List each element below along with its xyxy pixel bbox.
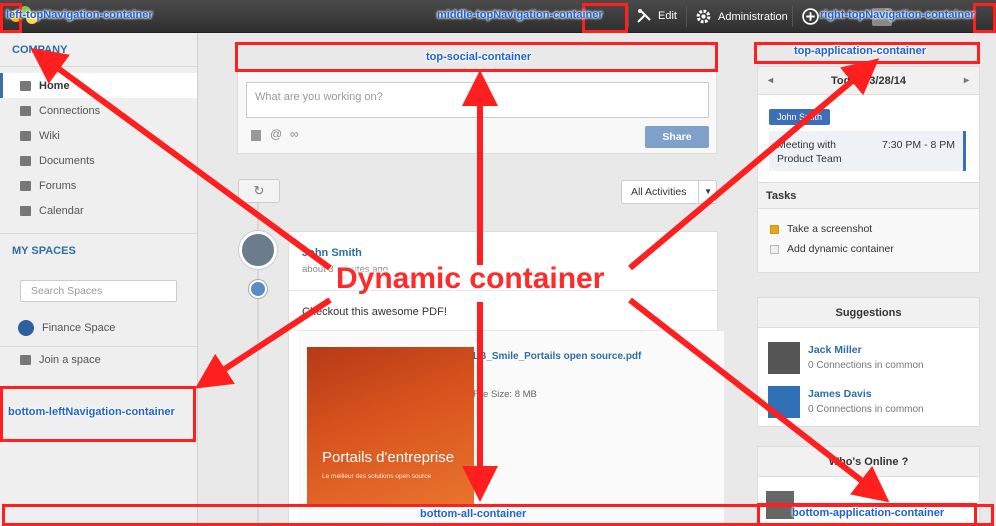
- calendar-icon: [20, 205, 31, 216]
- nav-item-label: Forums: [39, 179, 77, 192]
- status-input[interactable]: What are you working on?: [246, 82, 709, 118]
- label-bottom-left-nav: bottom-leftNavigation-container: [8, 406, 175, 418]
- task-label: Add dynamic container: [787, 243, 894, 255]
- left-navigation: COMPANY Home Connections Wiki Documents …: [0, 33, 198, 526]
- label-top-social: top-social-container: [426, 51, 532, 63]
- refresh-icon: ↻: [253, 183, 265, 198]
- chevron-right-icon[interactable]: ▸: [964, 67, 969, 95]
- tasks-widget: Tasks Take a screenshot Add dynamic cont…: [757, 183, 980, 273]
- file-icon[interactable]: [251, 130, 261, 141]
- home-icon: [20, 80, 31, 91]
- administration-button[interactable]: Administration: [695, 8, 788, 25]
- author-avatar[interactable]: [239, 231, 277, 269]
- topbar-divider: [792, 6, 793, 27]
- avatar: [768, 386, 800, 418]
- suggestion-item[interactable]: James Davis 0 Connections in common: [768, 386, 968, 422]
- search-spaces-input[interactable]: Search Spaces: [20, 280, 177, 302]
- refresh-button[interactable]: ↻: [238, 179, 280, 203]
- tasks-heading: Tasks: [758, 183, 979, 209]
- label-dynamic-container: Dynamic container: [336, 262, 605, 295]
- post-author[interactable]: John Smith: [302, 247, 362, 259]
- calendar-header: ◂ Today: 3/28/14 ▸: [758, 67, 979, 95]
- tools-icon: [637, 9, 651, 23]
- label-middle-top-nav: middle-topNavigation-container: [437, 9, 603, 21]
- calendar-date: Today: 3/28/14: [831, 75, 906, 87]
- pdf-thumb-title: Portails d'entreprise: [322, 449, 455, 466]
- chevron-left-icon[interactable]: ◂: [768, 67, 773, 95]
- calendar-user-tag[interactable]: John Smith: [769, 109, 831, 125]
- nav-item-home[interactable]: Home: [0, 73, 197, 98]
- gear-icon: [696, 9, 711, 24]
- task-label: Take a screenshot: [787, 223, 873, 235]
- nav-item-label: Documents: [39, 154, 95, 167]
- suggestion-meta: 0 Connections in common: [808, 404, 924, 415]
- mention-icon[interactable]: @: [270, 127, 282, 141]
- file-size: File Size: 8 MB: [473, 389, 537, 400]
- calendar-event[interactable]: Meeting with Product Team 7:30 PM - 8 PM: [769, 131, 966, 171]
- suggestion-name[interactable]: James Davis: [808, 388, 872, 400]
- join-icon: [20, 354, 31, 365]
- activity-filter-label: All Activities: [631, 186, 687, 198]
- label-right-top-nav: right-topNavigation-container: [820, 9, 975, 21]
- nav-item-label: Connections: [39, 104, 101, 117]
- calendar-widget: ◂ Today: 3/28/14 ▸ John Smith Meeting wi…: [757, 66, 980, 183]
- task-item[interactable]: Add dynamic container: [758, 239, 979, 259]
- suggestion-item[interactable]: Jack Miller 0 Connections in common: [768, 342, 968, 378]
- administration-label: Administration: [718, 10, 788, 23]
- pdf-thumb-subtitle: Le meilleur des solutions open source: [322, 473, 432, 480]
- company-heading: COMPANY: [0, 33, 197, 67]
- chevron-down-icon: ▼: [698, 181, 712, 203]
- warning-icon: [770, 224, 779, 234]
- file-name-link[interactable]: LB_Smile_Portails open source.pdf: [473, 351, 641, 362]
- label-top-application: top-application-container: [794, 45, 926, 57]
- task-item[interactable]: Take a screenshot: [758, 219, 979, 239]
- edit-label: Edit: [658, 10, 677, 22]
- event-title-line2: Product Team: [777, 153, 842, 165]
- nav-item-label: Wiki: [39, 129, 60, 142]
- activity-filter-select[interactable]: All Activities ▼: [621, 180, 717, 204]
- share-button[interactable]: Share: [645, 126, 709, 148]
- nav-item-connections[interactable]: Connections: [0, 98, 197, 123]
- documents-icon: [20, 155, 31, 166]
- suggestions-widget: Suggestions Jack Miller 0 Connections in…: [757, 297, 980, 427]
- topbar-divider: [686, 6, 687, 27]
- nav-item-forums[interactable]: Forums: [0, 173, 197, 198]
- edit-button[interactable]: Edit: [636, 8, 677, 24]
- attachment-preview: Portails d'entreprise Le meilleur des so…: [299, 330, 724, 525]
- label-left-top-nav: left-topNavigation-container: [6, 9, 153, 21]
- plus-circle-icon: [802, 8, 819, 25]
- nav-item-label: Calendar: [39, 204, 84, 217]
- space-icon: [18, 320, 34, 336]
- nav-item-wiki[interactable]: Wiki: [0, 123, 197, 148]
- nav-item-documents[interactable]: Documents: [0, 148, 197, 173]
- whos-online-heading: Who's Online ?: [758, 447, 979, 477]
- book-icon: [20, 130, 31, 141]
- link-icon[interactable]: ∞: [290, 127, 299, 141]
- post-text: Checkout this awesome PDF!: [302, 306, 447, 318]
- person-icon: [20, 105, 31, 116]
- label-bottom-all: bottom-all-container: [420, 508, 527, 520]
- space-name: Finance Space: [42, 322, 116, 334]
- join-space-link[interactable]: Join a space: [0, 347, 197, 372]
- suggestion-name[interactable]: Jack Miller: [808, 344, 862, 356]
- document-activity-icon: [249, 280, 267, 298]
- nav-item-label: Home: [39, 79, 70, 92]
- my-spaces-heading: MY SPACES: [12, 245, 76, 257]
- join-label: Join a space: [39, 353, 101, 366]
- event-time: 7:30 PM - 8 PM: [882, 139, 955, 151]
- label-bottom-application: bottom-application-container: [792, 507, 945, 519]
- add-button[interactable]: [802, 8, 819, 25]
- annotation-box-right-top: [973, 3, 996, 33]
- activity-composer: What are you working on? @ ∞ Share: [237, 71, 717, 154]
- suggestions-heading: Suggestions: [758, 298, 979, 328]
- space-item-finance[interactable]: Finance Space: [0, 314, 197, 342]
- checkbox[interactable]: [770, 244, 779, 254]
- forum-icon: [20, 180, 31, 191]
- suggestion-meta: 0 Connections in common: [808, 360, 924, 371]
- pdf-thumbnail[interactable]: Portails d'entreprise Le meilleur des so…: [307, 347, 474, 507]
- nav-item-calendar[interactable]: Calendar: [0, 198, 197, 223]
- topbar-divider: [628, 6, 629, 27]
- avatar: [768, 342, 800, 374]
